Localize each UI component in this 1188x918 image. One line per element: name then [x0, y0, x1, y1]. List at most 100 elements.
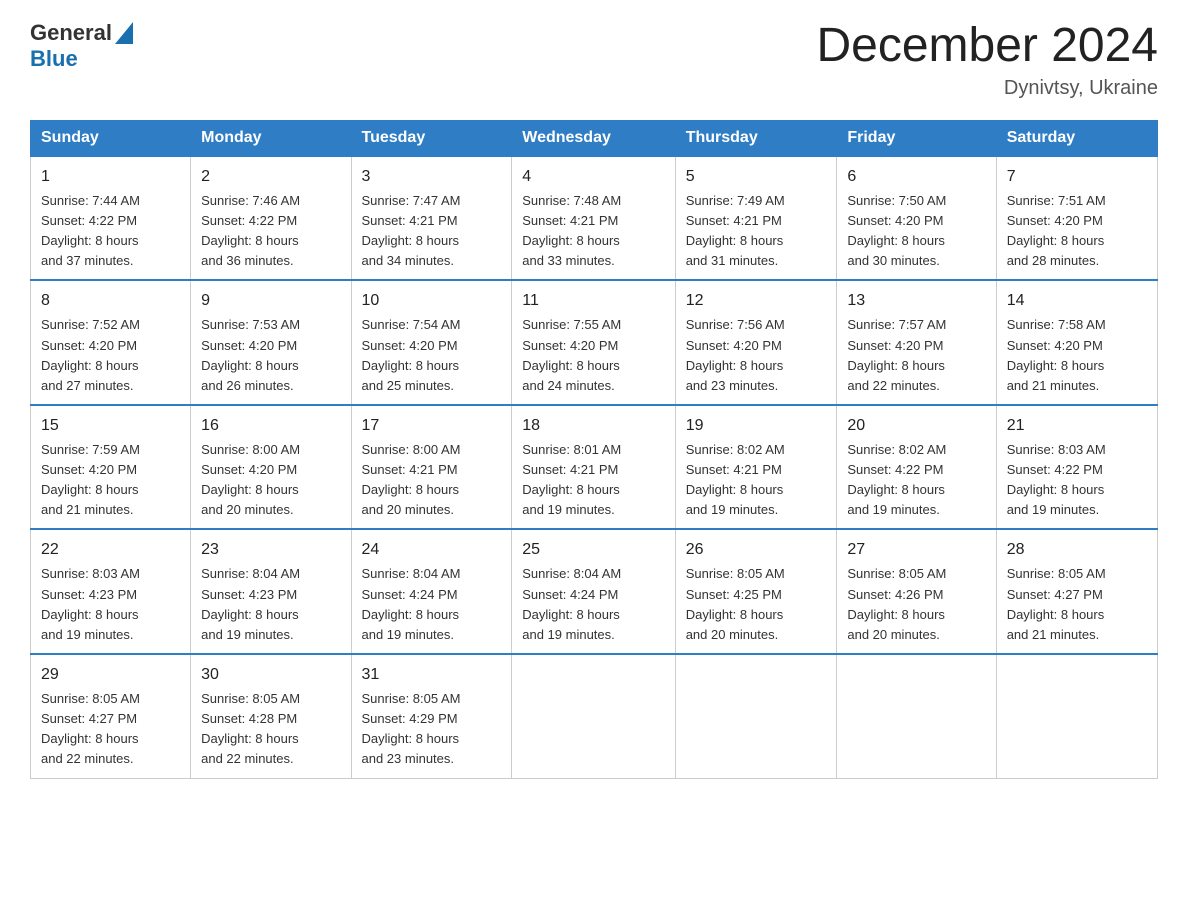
empty-cell — [996, 654, 1157, 778]
day-number: 27 — [847, 538, 985, 562]
day-cell-11: 11Sunrise: 7:55 AMSunset: 4:20 PMDayligh… — [512, 280, 675, 405]
day-info: Sunrise: 7:51 AMSunset: 4:20 PMDaylight:… — [1007, 191, 1147, 272]
day-info: Sunrise: 7:56 AMSunset: 4:20 PMDaylight:… — [686, 315, 827, 396]
day-info: Sunrise: 8:05 AMSunset: 4:26 PMDaylight:… — [847, 564, 985, 645]
day-info: Sunrise: 7:47 AMSunset: 4:21 PMDaylight:… — [362, 191, 502, 272]
day-number: 16 — [201, 414, 340, 438]
day-info: Sunrise: 8:00 AMSunset: 4:21 PMDaylight:… — [362, 440, 502, 521]
day-info: Sunrise: 8:04 AMSunset: 4:24 PMDaylight:… — [362, 564, 502, 645]
day-number: 23 — [201, 538, 340, 562]
day-info: Sunrise: 8:02 AMSunset: 4:21 PMDaylight:… — [686, 440, 827, 521]
logo: General Blue — [30, 20, 133, 72]
day-info: Sunrise: 8:04 AMSunset: 4:24 PMDaylight:… — [522, 564, 664, 645]
weekday-header-row: SundayMondayTuesdayWednesdayThursdayFrid… — [31, 120, 1158, 156]
day-info: Sunrise: 7:52 AMSunset: 4:20 PMDaylight:… — [41, 315, 180, 396]
day-cell-2: 2Sunrise: 7:46 AMSunset: 4:22 PMDaylight… — [191, 156, 351, 281]
page-header: General Blue December 2024 Dynivtsy, Ukr… — [30, 20, 1158, 100]
day-number: 25 — [522, 538, 664, 562]
day-info: Sunrise: 7:58 AMSunset: 4:20 PMDaylight:… — [1007, 315, 1147, 396]
week-row-3: 15Sunrise: 7:59 AMSunset: 4:20 PMDayligh… — [31, 405, 1158, 530]
day-number: 12 — [686, 289, 827, 313]
day-number: 1 — [41, 165, 180, 189]
weekday-header-thursday: Thursday — [675, 120, 837, 156]
day-info: Sunrise: 7:50 AMSunset: 4:20 PMDaylight:… — [847, 191, 985, 272]
day-info: Sunrise: 8:05 AMSunset: 4:29 PMDaylight:… — [362, 689, 502, 770]
day-cell-21: 21Sunrise: 8:03 AMSunset: 4:22 PMDayligh… — [996, 405, 1157, 530]
day-number: 13 — [847, 289, 985, 313]
logo-general-text: General — [30, 20, 112, 46]
day-number: 11 — [522, 289, 664, 313]
day-number: 17 — [362, 414, 502, 438]
day-number: 7 — [1007, 165, 1147, 189]
week-row-5: 29Sunrise: 8:05 AMSunset: 4:27 PMDayligh… — [31, 654, 1158, 778]
day-number: 2 — [201, 165, 340, 189]
location-subtitle: Dynivtsy, Ukraine — [816, 77, 1158, 100]
day-cell-24: 24Sunrise: 8:04 AMSunset: 4:24 PMDayligh… — [351, 529, 512, 654]
day-cell-22: 22Sunrise: 8:03 AMSunset: 4:23 PMDayligh… — [31, 529, 191, 654]
day-cell-12: 12Sunrise: 7:56 AMSunset: 4:20 PMDayligh… — [675, 280, 837, 405]
week-row-4: 22Sunrise: 8:03 AMSunset: 4:23 PMDayligh… — [31, 529, 1158, 654]
day-info: Sunrise: 8:05 AMSunset: 4:27 PMDaylight:… — [41, 689, 180, 770]
empty-cell — [512, 654, 675, 778]
day-number: 5 — [686, 165, 827, 189]
title-section: December 2024 Dynivtsy, Ukraine — [816, 20, 1158, 100]
day-cell-17: 17Sunrise: 8:00 AMSunset: 4:21 PMDayligh… — [351, 405, 512, 530]
week-row-1: 1Sunrise: 7:44 AMSunset: 4:22 PMDaylight… — [31, 156, 1158, 281]
day-cell-4: 4Sunrise: 7:48 AMSunset: 4:21 PMDaylight… — [512, 156, 675, 281]
day-number: 28 — [1007, 538, 1147, 562]
day-info: Sunrise: 7:55 AMSunset: 4:20 PMDaylight:… — [522, 315, 664, 396]
day-cell-23: 23Sunrise: 8:04 AMSunset: 4:23 PMDayligh… — [191, 529, 351, 654]
day-info: Sunrise: 8:03 AMSunset: 4:23 PMDaylight:… — [41, 564, 180, 645]
week-row-2: 8Sunrise: 7:52 AMSunset: 4:20 PMDaylight… — [31, 280, 1158, 405]
day-cell-15: 15Sunrise: 7:59 AMSunset: 4:20 PMDayligh… — [31, 405, 191, 530]
day-cell-8: 8Sunrise: 7:52 AMSunset: 4:20 PMDaylight… — [31, 280, 191, 405]
day-number: 19 — [686, 414, 827, 438]
day-cell-9: 9Sunrise: 7:53 AMSunset: 4:20 PMDaylight… — [191, 280, 351, 405]
day-cell-19: 19Sunrise: 8:02 AMSunset: 4:21 PMDayligh… — [675, 405, 837, 530]
day-number: 24 — [362, 538, 502, 562]
day-cell-31: 31Sunrise: 8:05 AMSunset: 4:29 PMDayligh… — [351, 654, 512, 778]
day-info: Sunrise: 7:59 AMSunset: 4:20 PMDaylight:… — [41, 440, 180, 521]
day-cell-6: 6Sunrise: 7:50 AMSunset: 4:20 PMDaylight… — [837, 156, 996, 281]
weekday-header-sunday: Sunday — [31, 120, 191, 156]
weekday-header-friday: Friday — [837, 120, 996, 156]
day-info: Sunrise: 8:05 AMSunset: 4:27 PMDaylight:… — [1007, 564, 1147, 645]
day-number: 10 — [362, 289, 502, 313]
day-info: Sunrise: 8:05 AMSunset: 4:28 PMDaylight:… — [201, 689, 340, 770]
day-number: 31 — [362, 663, 502, 687]
day-number: 30 — [201, 663, 340, 687]
day-number: 8 — [41, 289, 180, 313]
day-info: Sunrise: 7:57 AMSunset: 4:20 PMDaylight:… — [847, 315, 985, 396]
day-cell-14: 14Sunrise: 7:58 AMSunset: 4:20 PMDayligh… — [996, 280, 1157, 405]
day-cell-16: 16Sunrise: 8:00 AMSunset: 4:20 PMDayligh… — [191, 405, 351, 530]
logo-triangle-icon — [115, 22, 133, 44]
day-cell-27: 27Sunrise: 8:05 AMSunset: 4:26 PMDayligh… — [837, 529, 996, 654]
logo-blue-text: Blue — [30, 46, 133, 72]
day-number: 3 — [362, 165, 502, 189]
day-number: 26 — [686, 538, 827, 562]
day-number: 14 — [1007, 289, 1147, 313]
empty-cell — [675, 654, 837, 778]
day-cell-26: 26Sunrise: 8:05 AMSunset: 4:25 PMDayligh… — [675, 529, 837, 654]
day-number: 18 — [522, 414, 664, 438]
day-info: Sunrise: 8:01 AMSunset: 4:21 PMDaylight:… — [522, 440, 664, 521]
weekday-header-saturday: Saturday — [996, 120, 1157, 156]
day-cell-25: 25Sunrise: 8:04 AMSunset: 4:24 PMDayligh… — [512, 529, 675, 654]
day-info: Sunrise: 7:48 AMSunset: 4:21 PMDaylight:… — [522, 191, 664, 272]
day-cell-1: 1Sunrise: 7:44 AMSunset: 4:22 PMDaylight… — [31, 156, 191, 281]
day-cell-7: 7Sunrise: 7:51 AMSunset: 4:20 PMDaylight… — [996, 156, 1157, 281]
day-info: Sunrise: 7:44 AMSunset: 4:22 PMDaylight:… — [41, 191, 180, 272]
day-cell-10: 10Sunrise: 7:54 AMSunset: 4:20 PMDayligh… — [351, 280, 512, 405]
weekday-header-monday: Monday — [191, 120, 351, 156]
day-number: 6 — [847, 165, 985, 189]
day-info: Sunrise: 7:53 AMSunset: 4:20 PMDaylight:… — [201, 315, 340, 396]
day-number: 9 — [201, 289, 340, 313]
weekday-header-tuesday: Tuesday — [351, 120, 512, 156]
day-cell-18: 18Sunrise: 8:01 AMSunset: 4:21 PMDayligh… — [512, 405, 675, 530]
day-cell-13: 13Sunrise: 7:57 AMSunset: 4:20 PMDayligh… — [837, 280, 996, 405]
empty-cell — [837, 654, 996, 778]
day-number: 22 — [41, 538, 180, 562]
day-number: 4 — [522, 165, 664, 189]
day-info: Sunrise: 8:05 AMSunset: 4:25 PMDaylight:… — [686, 564, 827, 645]
day-number: 15 — [41, 414, 180, 438]
